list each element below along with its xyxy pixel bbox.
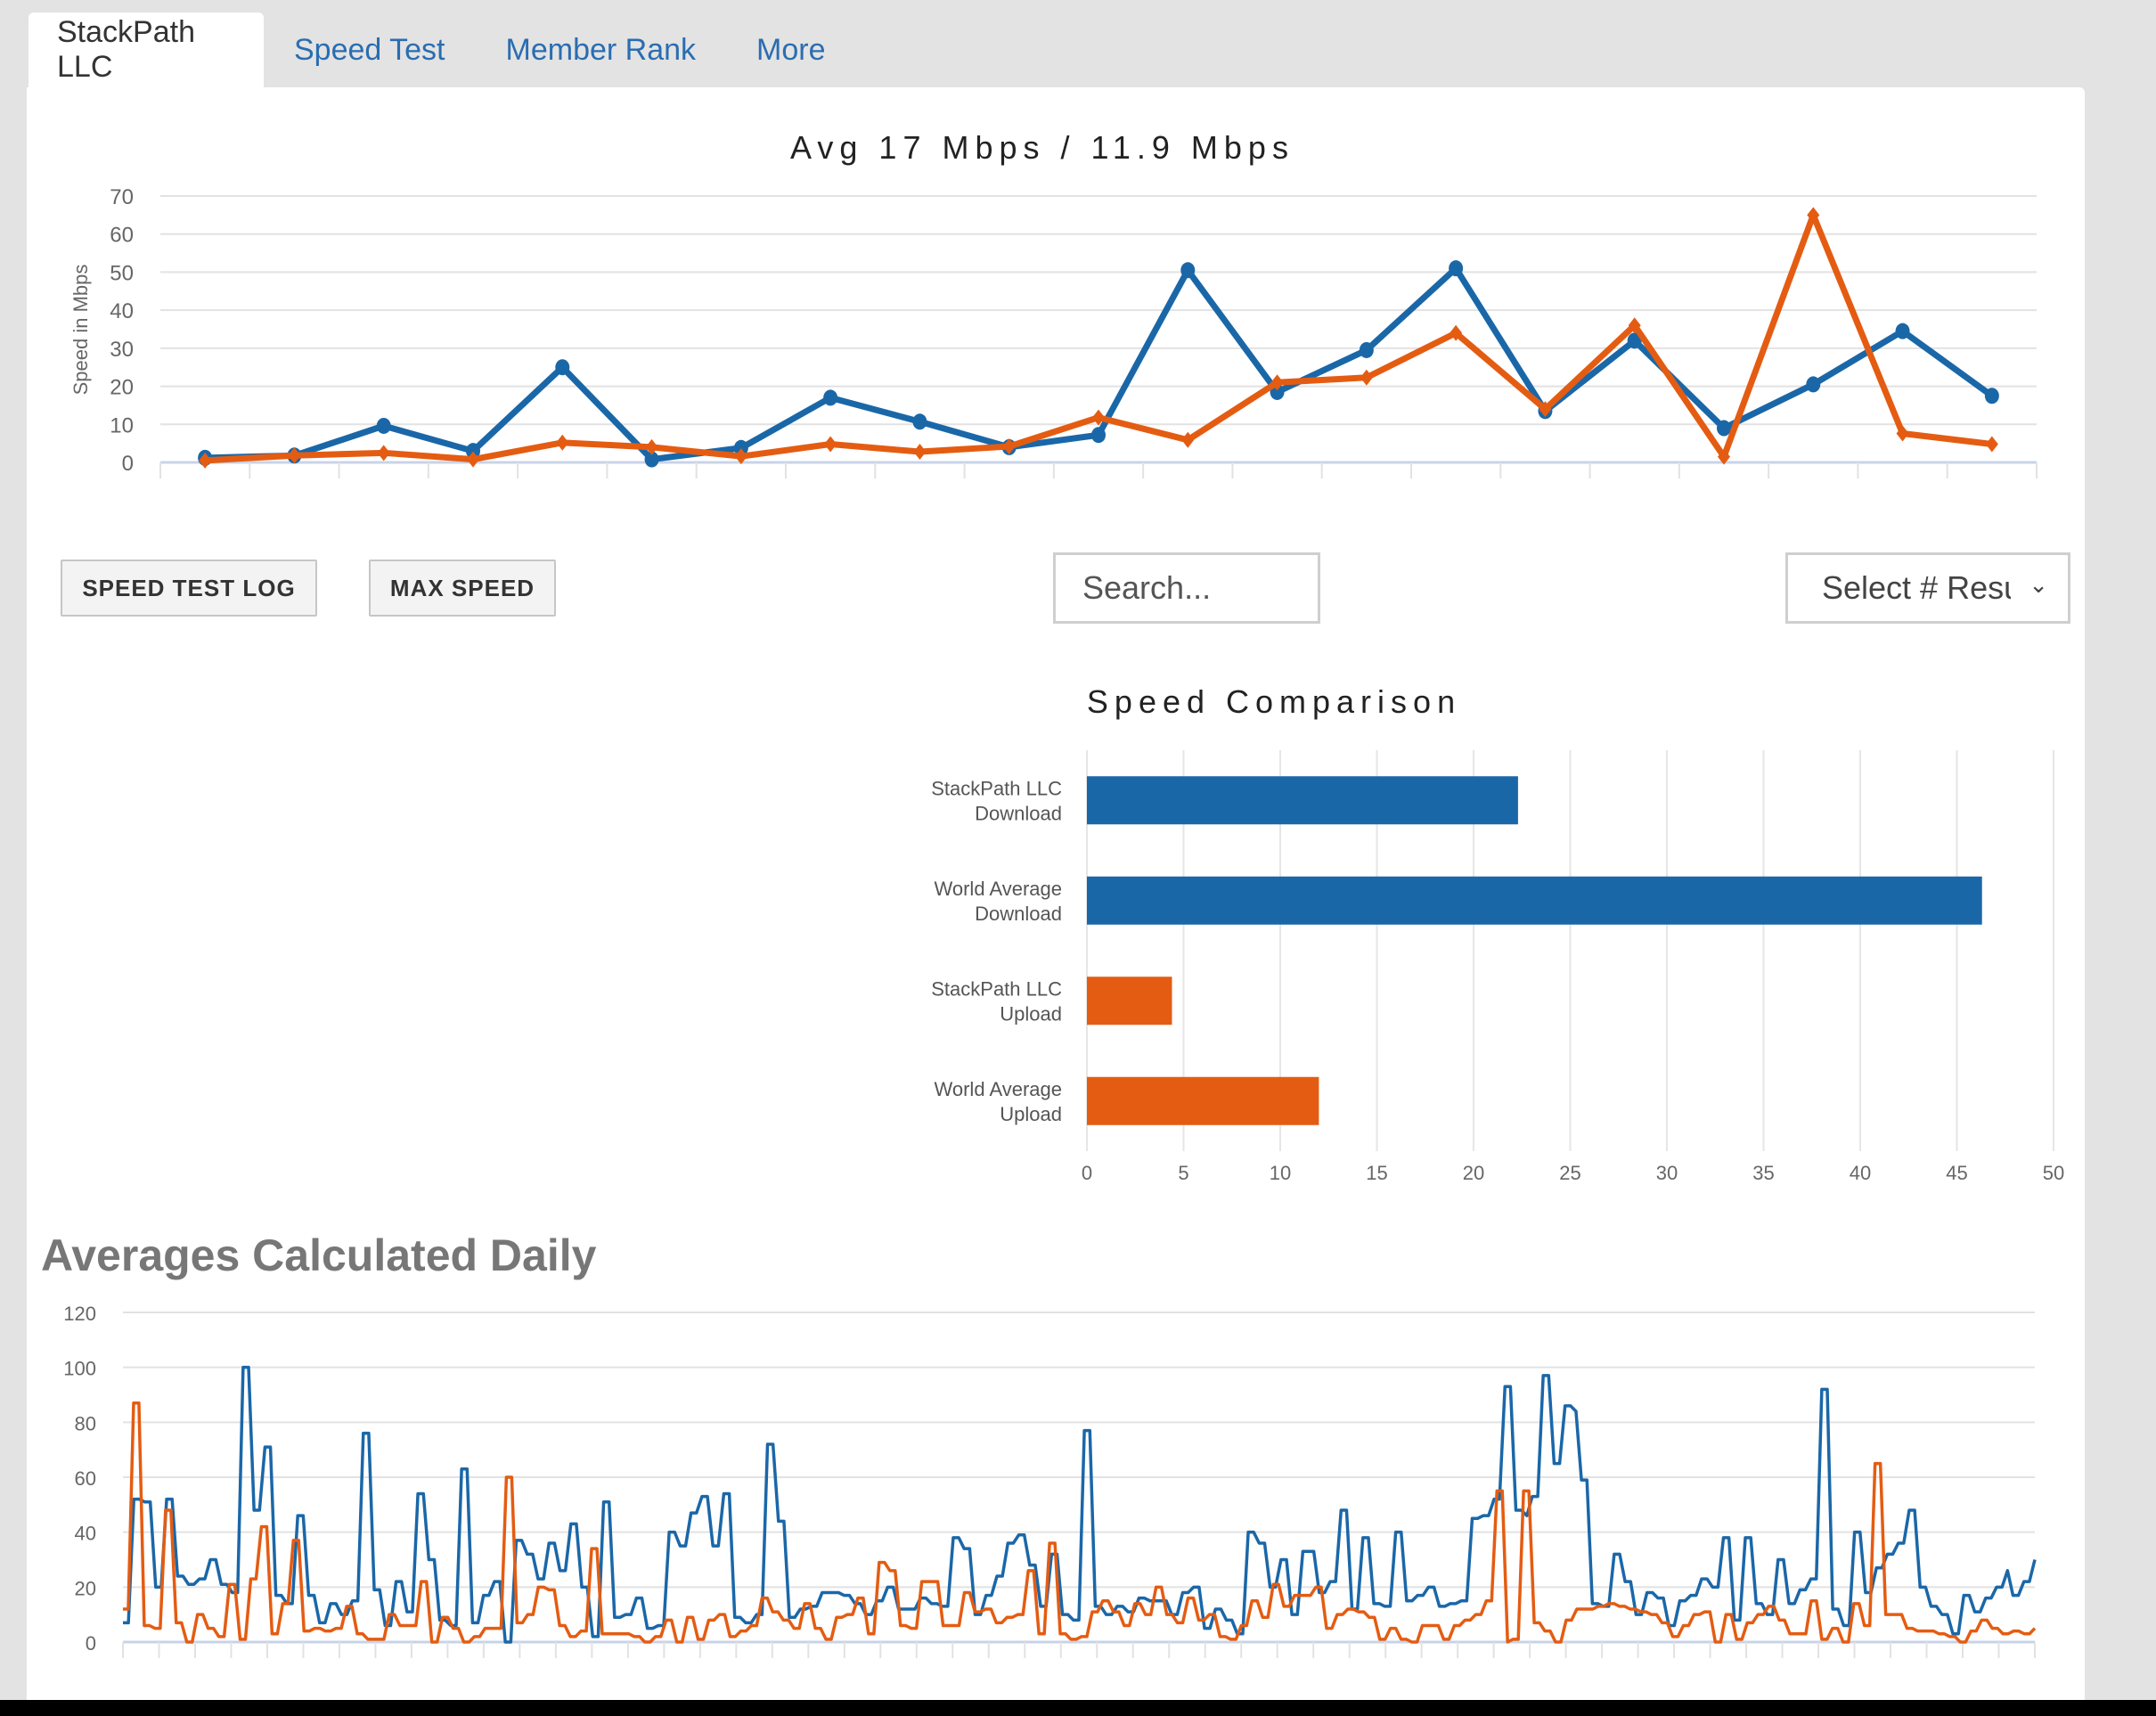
y-tick-label: 80 <box>75 1412 96 1434</box>
screen-bottom-edge <box>0 1700 2156 1716</box>
y-tick-label: 120 <box>63 1303 96 1325</box>
daily-averages-chart: 0 20 40 60 80 100 120 <box>63 1303 2037 1658</box>
y-tick-label: 60 <box>75 1467 96 1490</box>
y-tick-label: 0 <box>86 1632 96 1655</box>
y-tick-label: 40 <box>75 1523 96 1545</box>
y-tick-label: 100 <box>63 1358 96 1380</box>
y-tick-label: 20 <box>75 1577 96 1599</box>
series-line-download <box>123 1365 2037 1644</box>
